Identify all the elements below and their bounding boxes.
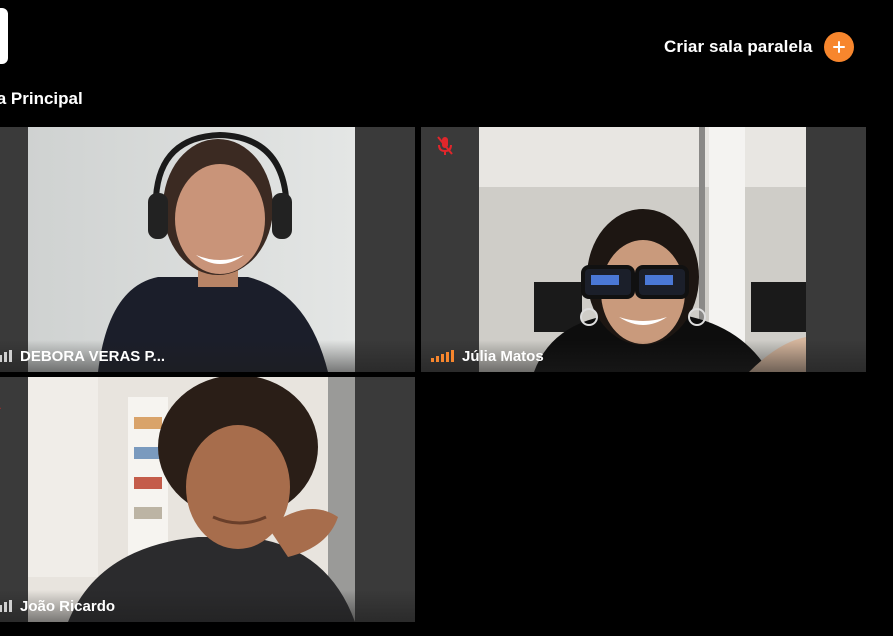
participant-name-bar: João Ricardo: [0, 590, 415, 622]
participant-video: [479, 127, 806, 372]
participant-video: [28, 127, 355, 372]
participant-name: DEBORA VERAS P...: [20, 347, 166, 365]
participant-name: Júlia Matos: [462, 347, 544, 365]
meeting-window: Criar sala paralela la Principal DEBORA …: [0, 0, 893, 636]
plus-icon[interactable]: [824, 32, 855, 62]
mic-muted-icon: [437, 136, 453, 155]
signal-strength-icon: [0, 600, 12, 612]
create-breakout-label: Criar sala paralela: [664, 37, 813, 56]
participant-name-bar: Júlia Matos: [421, 340, 866, 372]
side-panel-tab[interactable]: [0, 8, 8, 64]
participant-video-frame: [28, 127, 355, 372]
participant-name-bar: DEBORA VERAS P...: [0, 340, 415, 372]
participant-video: [28, 377, 355, 622]
signal-strength-icon: [0, 350, 12, 362]
mic-muted-icon: [0, 407, 1, 409]
room-title: la Principal: [0, 89, 83, 108]
signal-strength-icon: [431, 350, 454, 362]
participant-name: João Ricardo: [20, 597, 116, 615]
participant-tile[interactable]: Júlia Matos: [421, 127, 866, 372]
participant-tile[interactable]: João Ricardo: [0, 377, 415, 622]
participant-video-frame: [28, 377, 355, 622]
participant-tile[interactable]: DEBORA VERAS P...: [0, 127, 415, 372]
create-breakout-room-button[interactable]: Criar sala paralela: [664, 32, 855, 62]
participant-video-frame: [479, 127, 806, 372]
